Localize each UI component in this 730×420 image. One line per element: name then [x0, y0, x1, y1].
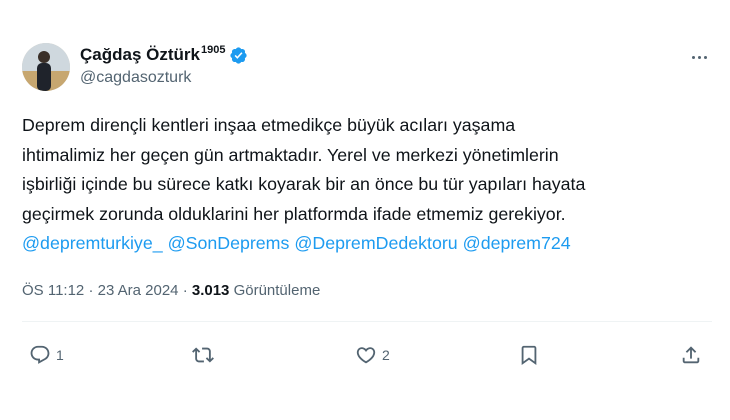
bookmark-button[interactable] [518, 342, 540, 368]
tweet-text-line: geçirmek zorunda olduklarini her platfor… [22, 203, 566, 224]
tweet-text-line: Deprem dirençli kentleri inşaa etmedikçe… [22, 115, 516, 135]
author-handle[interactable]: @cagdasozturk [80, 69, 191, 87]
more-icon[interactable] [687, 49, 711, 65]
like-icon [356, 347, 376, 364]
avatar[interactable] [22, 43, 70, 91]
mentions-line: @depremturkiye_ @SonDeprems @DepremDedek… [22, 229, 712, 259]
tweet-card: Çağdaş Öztürk 1905 @cagdasozturk Deprem … [1, 1, 729, 419]
like-count: 2 [382, 347, 390, 363]
mention-link[interactable]: @DepremDedektoru [294, 233, 457, 253]
tweet-time[interactable]: ÖS 11:12 [22, 282, 84, 299]
mention-link[interactable]: @depremturkiye_ [22, 233, 163, 253]
views-label: Görüntüleme [233, 282, 321, 299]
author-display-name[interactable]: Çağdaş Öztürk [80, 45, 200, 65]
verified-badge-icon [229, 46, 248, 65]
mention-link[interactable]: @SonDeprems [168, 233, 290, 253]
tweet-text: Deprem dirençli kentleri inşaa etmedikçe… [22, 111, 712, 259]
tweet-text-line: işbirliği içinde bu sürece katkı koyarak… [22, 174, 586, 194]
views-count: 3.013 [191, 282, 230, 299]
author-name-suffix: 1905 [200, 44, 226, 56]
divider [22, 321, 712, 322]
tweet-text-line: ihtimalimiz her geçen gün artmaktadır. Y… [22, 144, 559, 165]
like-button[interactable]: 2 [355, 342, 390, 368]
tweet-meta: ÖS 11:12 · 23 Ara 2024 · 3.013 Görüntüle… [22, 282, 320, 299]
retweet-icon [192, 347, 214, 363]
author-name-row[interactable]: Çağdaş Öztürk 1905 [80, 44, 248, 66]
retweet-button[interactable] [192, 342, 219, 368]
reply-count: 1 [56, 347, 64, 363]
tweet-date[interactable]: 23 Ara 2024 [98, 282, 179, 299]
avatar-photo [22, 43, 70, 91]
bookmark-icon [521, 345, 537, 366]
share-icon [682, 346, 700, 364]
reply-icon [30, 345, 50, 364]
mention-link[interactable]: @deprem724 [463, 233, 571, 253]
meta-separator: · [182, 282, 188, 299]
meta-separator: · [88, 282, 94, 299]
reply-button[interactable]: 1 [29, 342, 64, 368]
share-button[interactable] [680, 342, 702, 368]
